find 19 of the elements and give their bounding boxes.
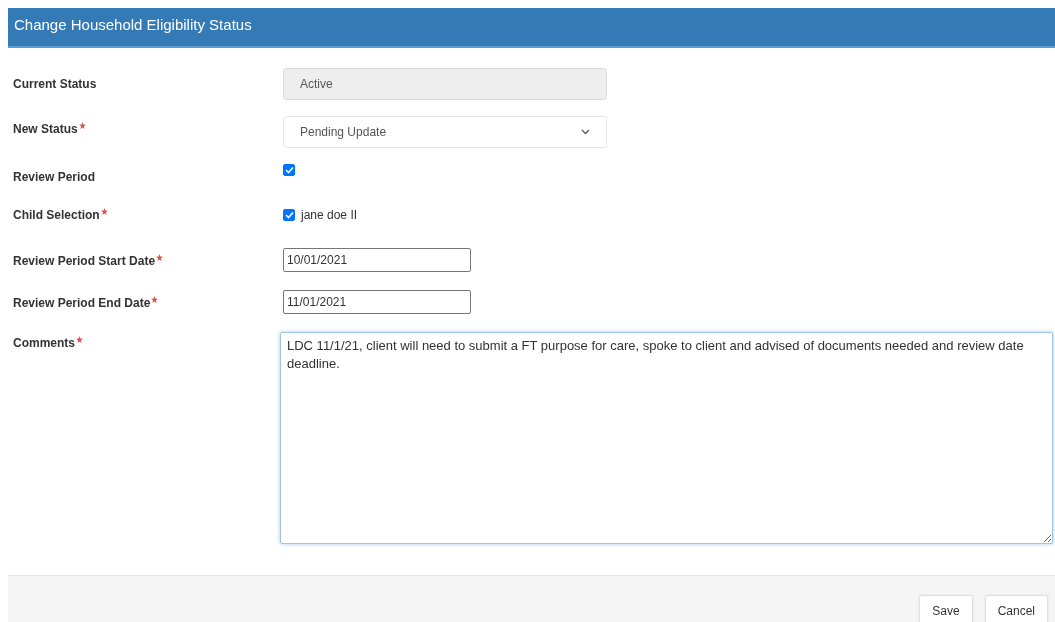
status-dropdown[interactable]: Pending Update <box>283 116 607 148</box>
checkbox[interactable] <box>283 164 295 176</box>
date-field[interactable]: 11/01/2021 <box>283 290 471 314</box>
field-label: Review Period <box>13 170 96 184</box>
save-button[interactable]: Save <box>919 595 973 622</box>
field-label: Review Period End Date <box>13 296 151 310</box>
status-field: Active <box>283 68 607 100</box>
field-label: New Status <box>13 122 78 136</box>
dialog-title: Change Household Eligibility Status <box>14 16 252 33</box>
checkbox-label: jane doe II <box>301 208 358 222</box>
comments-field[interactable]: LDC 11/1/21, client will need to submit a FT purpose for care, spoke to client and advised of documents needed and review date deadline. <box>280 332 1053 544</box>
field-label: Current Status <box>13 77 97 91</box>
field-label: Child Selection <box>13 208 100 222</box>
checkbox[interactable] <box>283 209 295 221</box>
cancel-button[interactable]: Cancel <box>984 595 1048 622</box>
chevron-down-icon <box>581 129 590 135</box>
field-label: Review Period Start Date <box>13 254 156 268</box>
field-label: Comments <box>13 336 75 350</box>
date-field[interactable]: 10/01/2021 <box>283 248 471 272</box>
